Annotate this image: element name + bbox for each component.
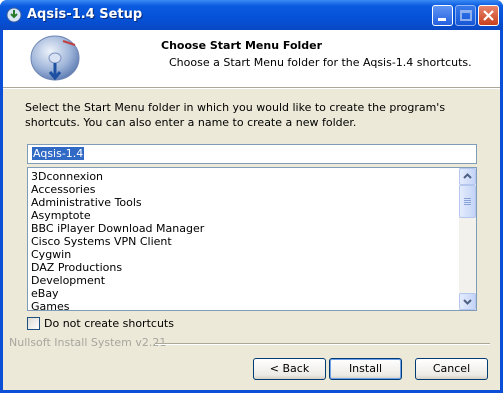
page-subtitle: Choose a Start Menu folder for the Aqsis… xyxy=(169,56,472,69)
list-item[interactable]: Accessories xyxy=(31,183,456,196)
minimize-icon xyxy=(438,18,446,21)
scroll-down-button[interactable] xyxy=(459,293,476,310)
chevron-up-icon xyxy=(463,173,472,179)
folder-items: 3Dconnexion Accessories Administrative Too… xyxy=(31,170,456,310)
grip-line xyxy=(464,200,471,201)
page-header: Choose Start Menu Folder Choose a Start … xyxy=(3,30,500,87)
header-divider xyxy=(3,87,500,89)
scroll-up-button[interactable] xyxy=(459,168,476,185)
start-menu-folder-list[interactable]: 3Dconnexion Accessories Administrative Too… xyxy=(27,167,477,311)
close-icon xyxy=(483,10,494,21)
disc-download-icon xyxy=(30,35,80,81)
no-shortcuts-label[interactable]: Do not create shortcuts xyxy=(44,317,174,330)
list-item[interactable]: Development xyxy=(31,274,456,287)
page-title: Choose Start Menu Folder xyxy=(161,39,323,52)
list-item[interactable]: BBC iPlayer Download Manager xyxy=(31,222,456,235)
dialog-body: Choose Start Menu Folder Choose a Start … xyxy=(3,30,500,390)
folder-name-input[interactable]: Aqsis-1.4 xyxy=(27,144,477,164)
install-button[interactable]: Install xyxy=(329,358,402,380)
grip-line xyxy=(464,198,471,199)
footer-divider xyxy=(155,343,490,345)
vertical-scrollbar[interactable] xyxy=(459,168,476,310)
title-bar[interactable]: Aqsis-1.4 Setup xyxy=(0,0,503,30)
list-item[interactable]: 3Dconnexion xyxy=(31,170,456,183)
list-item[interactable]: Cisco Systems VPN Client xyxy=(31,235,456,248)
list-item[interactable]: eBay xyxy=(31,287,456,300)
list-item[interactable]: DAZ Productions xyxy=(31,261,456,274)
list-item[interactable]: Cygwin xyxy=(31,248,456,261)
maximize-button[interactable] xyxy=(455,5,476,26)
list-item[interactable]: Administrative Tools xyxy=(31,196,456,209)
minimize-button[interactable] xyxy=(432,5,453,26)
installer-window: Aqsis-1.4 Setup Choose Start Menu Folder… xyxy=(0,0,503,393)
branding-text: Nullsoft Install System v2.21 xyxy=(9,336,167,349)
chevron-down-icon xyxy=(463,299,472,305)
back-button[interactable]: < Back xyxy=(253,358,326,380)
installer-icon xyxy=(6,7,22,23)
scroll-thumb[interactable] xyxy=(459,185,476,218)
window-title: Aqsis-1.4 Setup xyxy=(27,7,143,22)
grip-line xyxy=(464,204,471,205)
instructions-text: Select the Start Menu folder in which yo… xyxy=(25,101,446,129)
list-item[interactable]: Asymptote xyxy=(31,209,456,222)
no-shortcuts-checkbox[interactable] xyxy=(27,317,40,330)
cancel-button[interactable]: Cancel xyxy=(415,358,488,380)
grip-line xyxy=(464,202,471,203)
close-button[interactable] xyxy=(478,5,499,26)
list-item[interactable]: Games xyxy=(31,300,456,310)
maximize-icon xyxy=(460,10,472,21)
folder-name-value: Aqsis-1.4 xyxy=(32,147,85,160)
